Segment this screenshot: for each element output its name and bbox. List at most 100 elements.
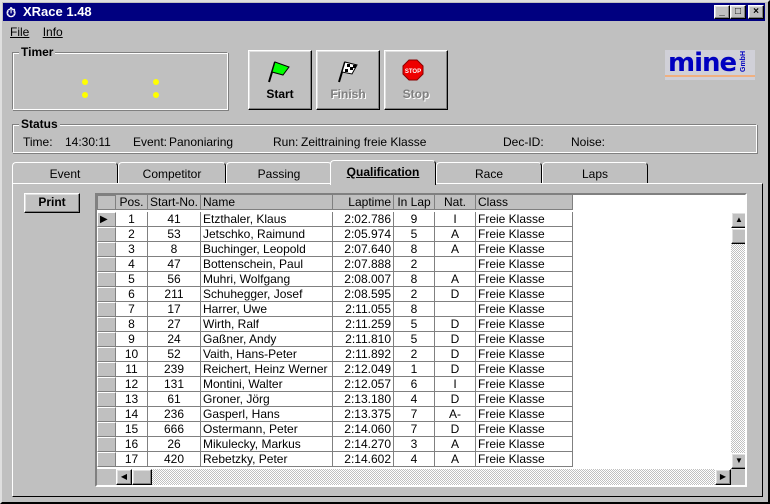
- cell-class[interactable]: Freie Klasse: [476, 287, 573, 302]
- cell-pos[interactable]: 5: [116, 272, 148, 287]
- cell-start-no[interactable]: 131: [148, 377, 201, 392]
- cell-name[interactable]: Groner, Jörg: [201, 392, 333, 407]
- cell-in-lap[interactable]: 7: [394, 422, 435, 437]
- cell-nat[interactable]: D: [435, 332, 476, 347]
- cell-name[interactable]: Schuhegger, Josef: [201, 287, 333, 302]
- row-indicator[interactable]: [97, 257, 116, 272]
- cell-pos[interactable]: 14: [116, 407, 148, 422]
- cell-pos[interactable]: 1: [116, 212, 148, 227]
- cell-start-no[interactable]: 61: [148, 392, 201, 407]
- tab-competitor[interactable]: Competitor: [118, 162, 226, 184]
- cell-laptime[interactable]: 2:08.595: [333, 287, 394, 302]
- cell-laptime[interactable]: 2:11.892: [333, 347, 394, 362]
- table-row[interactable]: 14 236 Gasperl, Hans 2:13.375 7 A- Freie Klass…: [97, 407, 745, 422]
- cell-class[interactable]: Freie Klasse: [476, 227, 573, 242]
- menu-file[interactable]: File: [10, 25, 29, 39]
- cell-in-lap[interactable]: 4: [394, 392, 435, 407]
- cell-in-lap[interactable]: 8: [394, 272, 435, 287]
- cell-nat[interactable]: D: [435, 287, 476, 302]
- cell-nat[interactable]: A: [435, 272, 476, 287]
- cell-class[interactable]: Freie Klasse: [476, 347, 573, 362]
- cell-name[interactable]: Reichert, Heinz Werner: [201, 362, 333, 377]
- scroll-right-button[interactable]: ▶: [715, 469, 731, 485]
- cell-laptime[interactable]: 2:13.375: [333, 407, 394, 422]
- stop-button[interactable]: STOP Stop: [384, 50, 448, 110]
- cell-class[interactable]: Freie Klasse: [476, 242, 573, 257]
- row-indicator[interactable]: [97, 437, 116, 452]
- row-indicator[interactable]: [97, 332, 116, 347]
- row-indicator[interactable]: [97, 272, 116, 287]
- cell-pos[interactable]: 4: [116, 257, 148, 272]
- cell-in-lap[interactable]: 7: [394, 407, 435, 422]
- cell-name[interactable]: Rebetzky, Peter: [201, 452, 333, 467]
- cell-name[interactable]: Gaßner, Andy: [201, 332, 333, 347]
- table-row[interactable]: ▶ 1 41 Etzthaler, Klaus 2:02.786 9 I Freie Klas…: [97, 212, 745, 227]
- tab-passing[interactable]: Passing: [226, 162, 332, 184]
- finish-button[interactable]: Finish: [316, 50, 380, 110]
- table-row[interactable]: 10 52 Vaith, Hans-Peter 2:11.892 2 D Freie Kla…: [97, 347, 745, 362]
- cell-laptime[interactable]: 2:14.602: [333, 452, 394, 467]
- cell-name[interactable]: Harrer, Uwe: [201, 302, 333, 317]
- cell-in-lap[interactable]: 5: [394, 227, 435, 242]
- tab-event[interactable]: Event: [12, 162, 118, 184]
- cell-name[interactable]: Wirth, Ralf: [201, 317, 333, 332]
- table-row[interactable]: 6 211 Schuhegger, Josef 2:08.595 2 D Freie Kla…: [97, 287, 745, 302]
- cell-start-no[interactable]: 236: [148, 407, 201, 422]
- cell-nat[interactable]: A: [435, 437, 476, 452]
- table-row[interactable]: 8 27 Wirth, Ralf 2:11.259 5 D Freie Klasse: [97, 317, 745, 332]
- table-row[interactable]: 9 24 Gaßner, Andy 2:11.810 5 D Freie Klasse: [97, 332, 745, 347]
- header-name[interactable]: Name: [201, 195, 333, 210]
- row-indicator[interactable]: [97, 392, 116, 407]
- cell-nat[interactable]: D: [435, 347, 476, 362]
- cell-class[interactable]: Freie Klasse: [476, 332, 573, 347]
- cell-pos[interactable]: 16: [116, 437, 148, 452]
- cell-nat[interactable]: D: [435, 422, 476, 437]
- cell-pos[interactable]: 11: [116, 362, 148, 377]
- cell-name[interactable]: Montini, Walter: [201, 377, 333, 392]
- scroll-thumb[interactable]: [731, 228, 745, 244]
- row-indicator[interactable]: [97, 422, 116, 437]
- table-row[interactable]: 15 666 Ostermann, Peter 2:14.060 7 D Freie Kla…: [97, 422, 745, 437]
- cell-start-no[interactable]: 666: [148, 422, 201, 437]
- cell-start-no[interactable]: 53: [148, 227, 201, 242]
- cell-laptime[interactable]: 2:14.270: [333, 437, 394, 452]
- cell-name[interactable]: Mikulecky, Markus: [201, 437, 333, 452]
- cell-start-no[interactable]: 56: [148, 272, 201, 287]
- cell-laptime[interactable]: 2:02.786: [333, 212, 394, 227]
- close-button[interactable]: ×: [748, 5, 764, 19]
- cell-laptime[interactable]: 2:14.060: [333, 422, 394, 437]
- cell-name[interactable]: Muhri, Wolfgang: [201, 272, 333, 287]
- cell-class[interactable]: Freie Klasse: [476, 452, 573, 467]
- tab-race[interactable]: Race: [436, 162, 542, 184]
- cell-pos[interactable]: 13: [116, 392, 148, 407]
- menu-info[interactable]: Info: [43, 25, 63, 39]
- cell-in-lap[interactable]: 2: [394, 287, 435, 302]
- cell-class[interactable]: Freie Klasse: [476, 362, 573, 377]
- cell-in-lap[interactable]: 8: [394, 242, 435, 257]
- cell-laptime[interactable]: 2:08.007: [333, 272, 394, 287]
- cell-start-no[interactable]: 47: [148, 257, 201, 272]
- cell-start-no[interactable]: 8: [148, 242, 201, 257]
- cell-nat[interactable]: [435, 257, 476, 272]
- cell-start-no[interactable]: 17: [148, 302, 201, 317]
- cell-in-lap[interactable]: 8: [394, 302, 435, 317]
- cell-nat[interactable]: A-: [435, 407, 476, 422]
- header-in-lap[interactable]: In Lap: [394, 195, 435, 210]
- cell-name[interactable]: Ostermann, Peter: [201, 422, 333, 437]
- cell-nat[interactable]: I: [435, 212, 476, 227]
- cell-class[interactable]: Freie Klasse: [476, 317, 573, 332]
- cell-laptime[interactable]: 2:07.640: [333, 242, 394, 257]
- cell-name[interactable]: Etzthaler, Klaus: [201, 212, 333, 227]
- row-indicator[interactable]: [97, 407, 116, 422]
- header-class[interactable]: Class: [476, 195, 573, 210]
- cell-in-lap[interactable]: 2: [394, 347, 435, 362]
- vertical-scrollbar[interactable]: ▲ ▼: [731, 212, 745, 469]
- cell-nat[interactable]: D: [435, 392, 476, 407]
- table-row[interactable]: 7 17 Harrer, Uwe 2:11.055 8 Freie Klasse: [97, 302, 745, 317]
- cell-name[interactable]: Bottenschein, Paul: [201, 257, 333, 272]
- row-indicator[interactable]: [97, 242, 116, 257]
- cell-in-lap[interactable]: 2: [394, 257, 435, 272]
- cell-name[interactable]: Vaith, Hans-Peter: [201, 347, 333, 362]
- cell-name[interactable]: Gasperl, Hans: [201, 407, 333, 422]
- cell-class[interactable]: Freie Klasse: [476, 392, 573, 407]
